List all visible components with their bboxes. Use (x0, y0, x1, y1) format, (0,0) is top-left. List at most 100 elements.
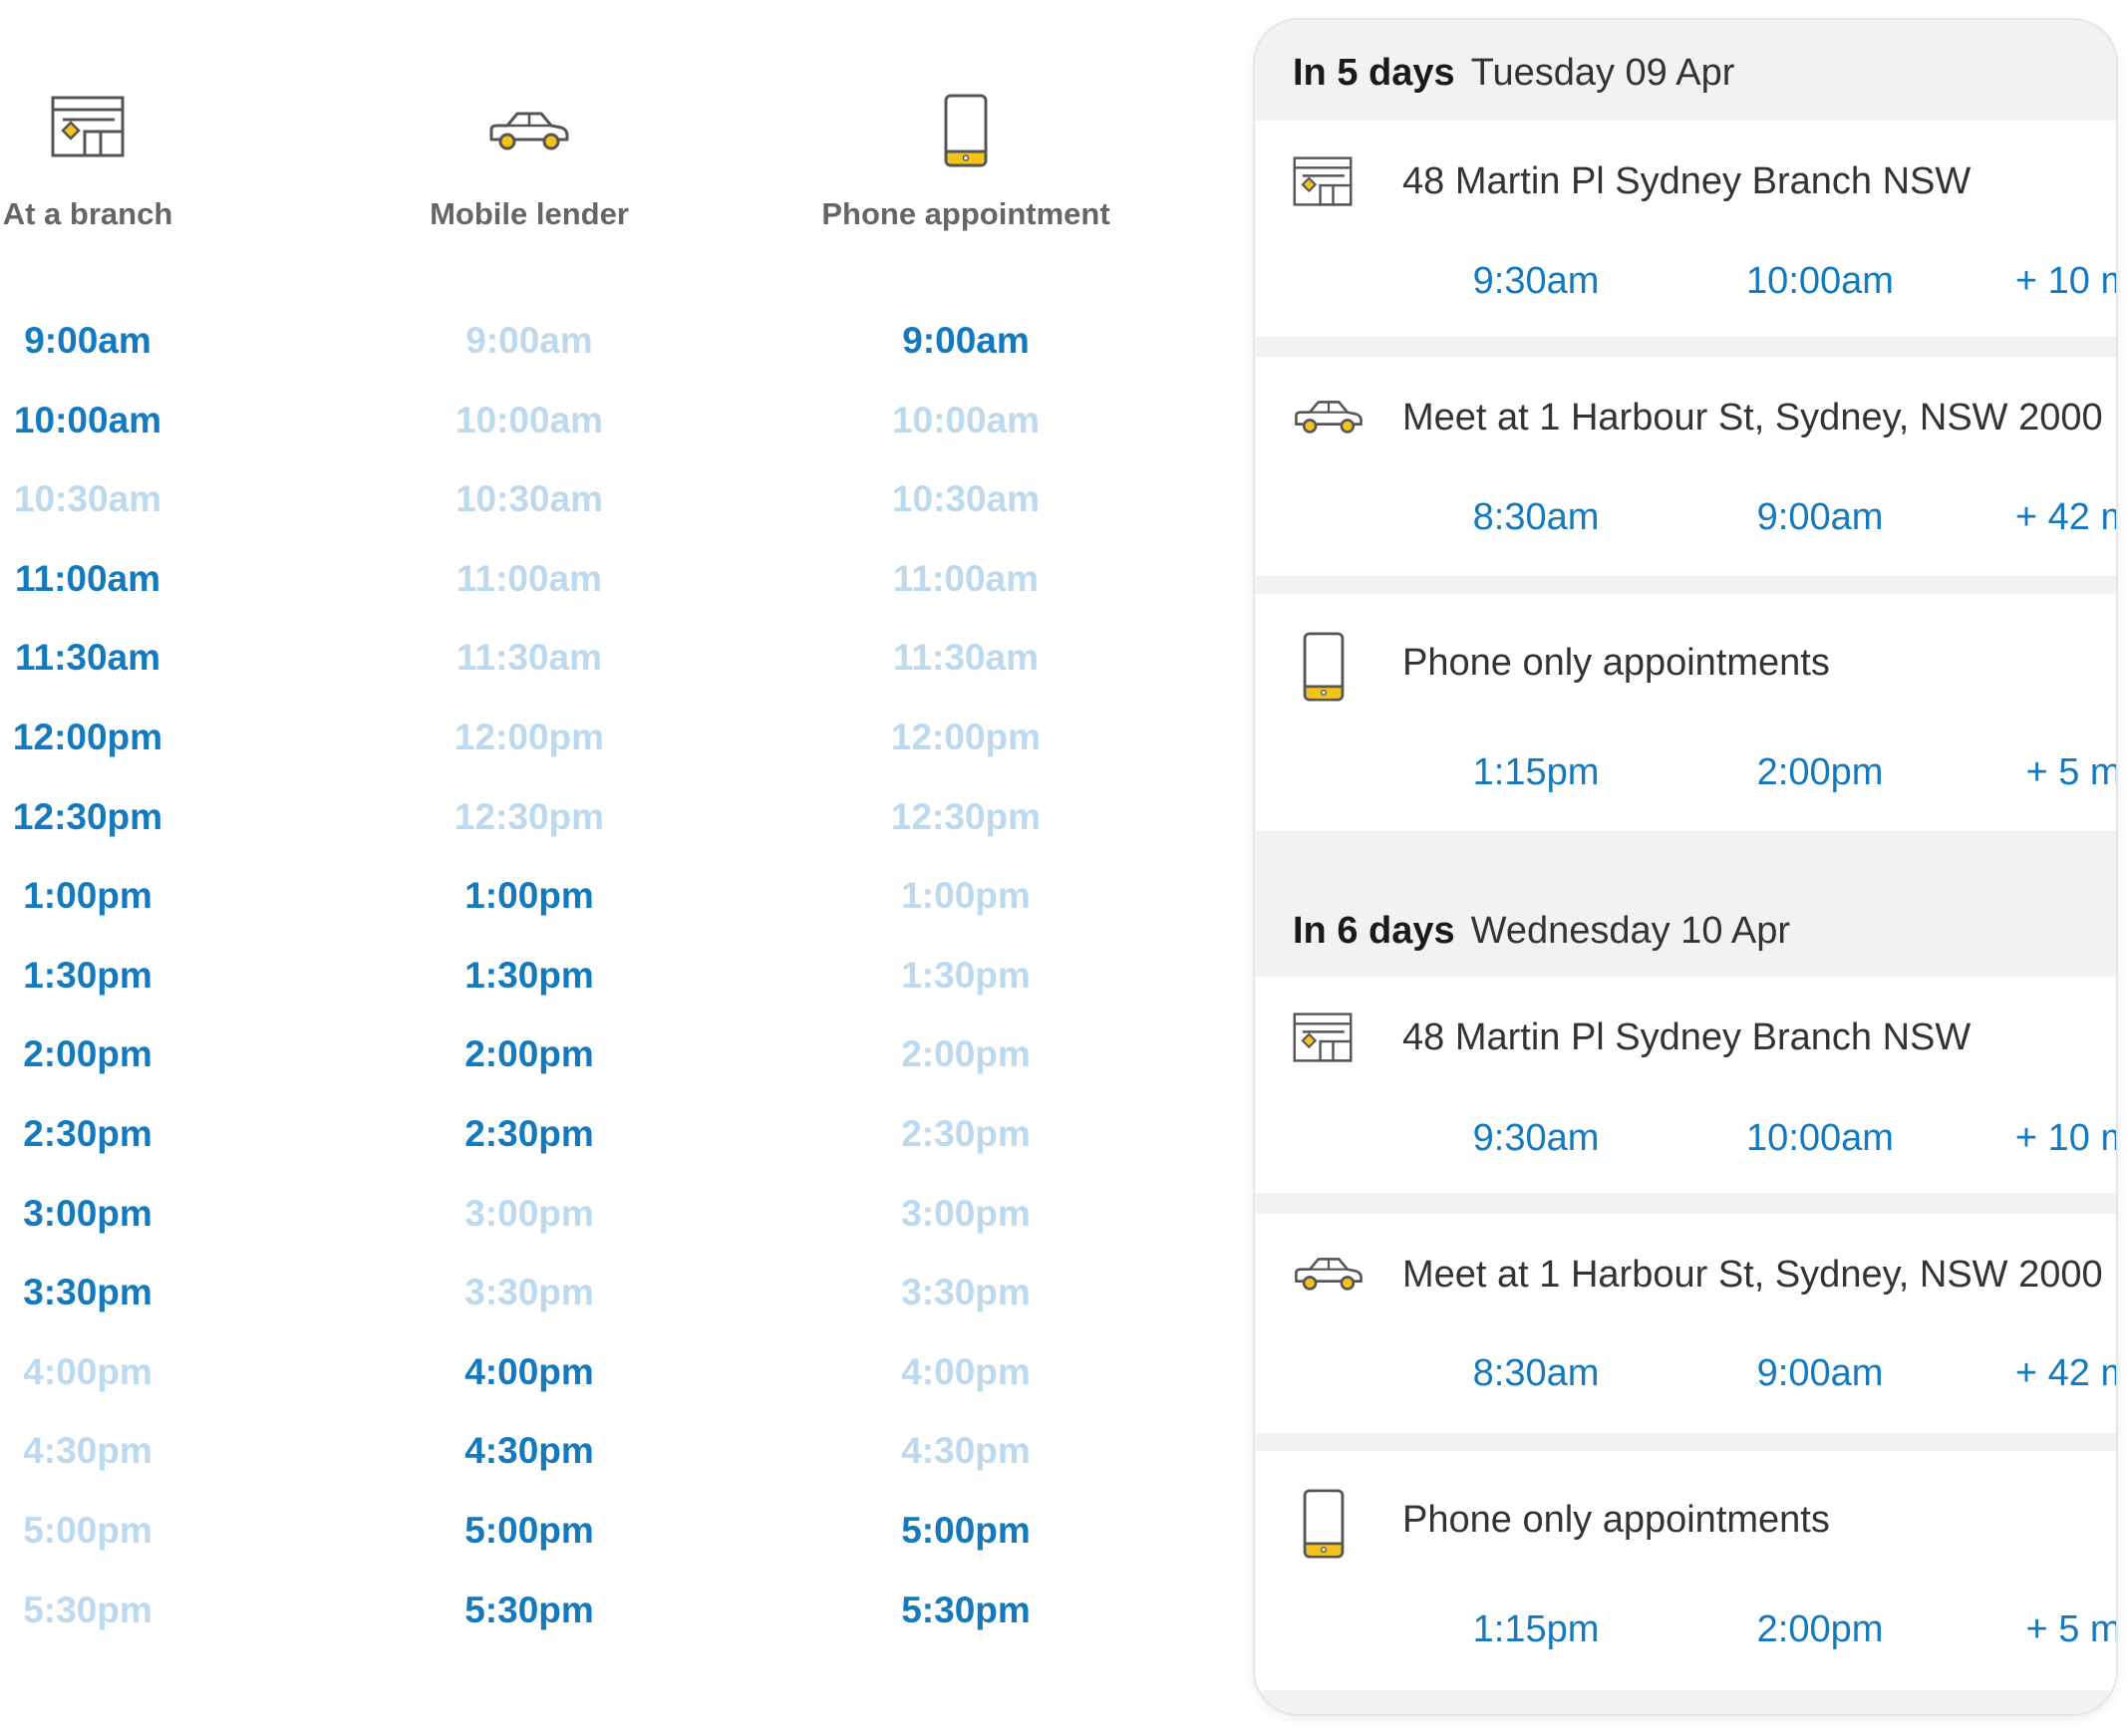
time-slot: 11:00am (892, 558, 1040, 599)
column-header: Phone appointment (747, 0, 1185, 249)
time-slot[interactable]: 10:00am (0, 396, 307, 445)
time-slot-button[interactable]: 1:15pm (1416, 751, 1656, 794)
column-header: At a branch (0, 0, 307, 249)
phone-icon (944, 94, 988, 167)
more-times-link[interactable]: + 42 more (1981, 496, 2116, 539)
time-slot[interactable]: 12:30pm (0, 792, 307, 842)
option-label: Meet at 1 Harbour St, Sydney, NSW 2000 (1402, 397, 2103, 438)
time-slot: 12:00pm (454, 717, 605, 757)
time-slot[interactable]: 2:30pm (310, 1109, 749, 1159)
day-heading: In 5 days Tuesday 09 Apr (1293, 52, 1734, 95)
time-slot[interactable]: 12:00pm (0, 713, 307, 762)
time-slot[interactable]: 1:00pm (310, 871, 749, 921)
column-title: At a branch (2, 196, 173, 231)
time-slot: 12:30pm (454, 796, 605, 837)
time-slot: 1:30pm (901, 955, 1031, 996)
time-slot: 12:30pm (890, 796, 1042, 837)
upcoming-appointments-panel: In 5 days Tuesday 09 Apr 48 Martin Pl Syd… (1255, 20, 2116, 1714)
branch-icon (1293, 1013, 1353, 1062)
time-slot-button[interactable]: 9:30am (1416, 1117, 1656, 1160)
time-slot[interactable]: 5:30pm (310, 1586, 749, 1635)
time-slot: 10:00am (455, 400, 604, 440)
time-slot[interactable]: 4:30pm (310, 1426, 749, 1476)
phone-icon (1303, 632, 1345, 702)
time-slot: 10:30am (13, 478, 162, 519)
time-slot: 10:30am (891, 478, 1041, 519)
option-card-mobile-lender[interactable]: Meet at 1 Harbour St, Sydney, NSW 2000 8… (1255, 357, 2116, 576)
time-slot: 4:00pm (23, 1351, 152, 1392)
time-slot-button[interactable]: 9:00am (1700, 1352, 1940, 1395)
option-card-phone[interactable]: Phone only appointments 1:15pm 2:00pm + … (1255, 1451, 2116, 1690)
time-slot: 4:30pm (23, 1430, 152, 1471)
day-date: Tuesday 09 Apr (1470, 52, 1735, 94)
car-icon (489, 112, 569, 150)
time-slot: 5:00pm (23, 1510, 152, 1551)
day-relative: In 6 days (1293, 910, 1455, 952)
option-label: Meet at 1 Harbour St, Sydney, NSW 2000 (1402, 1254, 2103, 1296)
time-slot-button[interactable]: 9:30am (1416, 260, 1656, 303)
time-slot-button[interactable]: 8:30am (1416, 1352, 1656, 1395)
time-slot[interactable]: 5:30pm (747, 1586, 1185, 1635)
branch-icon (51, 96, 125, 157)
time-slot-button[interactable]: 10:00am (1700, 260, 1940, 303)
time-slot[interactable]: 11:00am (0, 554, 307, 604)
option-card-phone[interactable]: Phone only appointments 1:15pm 2:00pm + … (1255, 594, 2116, 831)
time-slot: 5:30pm (23, 1590, 152, 1630)
more-times-link[interactable]: + 10 more (1981, 1117, 2116, 1160)
time-slot: 10:00am (891, 400, 1041, 440)
option-label: 48 Martin Pl Sydney Branch NSW (1402, 1016, 1972, 1058)
time-slot: 11:00am (456, 558, 603, 599)
option-card-mobile-lender[interactable]: Meet at 1 Harbour St, Sydney, NSW 2000 8… (1255, 1214, 2116, 1433)
branch-icon (1293, 156, 1353, 206)
time-slot: 9:00am (465, 320, 593, 361)
time-slot-button[interactable]: 1:15pm (1416, 1608, 1656, 1651)
time-slot[interactable]: 1:30pm (310, 951, 749, 1001)
time-slot[interactable]: 1:00pm (0, 871, 307, 921)
time-slot[interactable]: 9:00am (0, 316, 307, 366)
time-slot: 11:30am (892, 637, 1040, 678)
time-slot: 4:00pm (901, 1351, 1031, 1392)
more-times-link[interactable]: + 10 more (1981, 260, 2116, 303)
column-title: Mobile lender (430, 196, 629, 231)
more-times-link[interactable]: + 5 more (1981, 751, 2116, 794)
more-times-link[interactable]: + 42 more (1981, 1352, 2116, 1395)
time-slot[interactable]: 2:00pm (0, 1029, 307, 1079)
time-slot-button[interactable]: 8:30am (1416, 496, 1656, 539)
time-slot[interactable]: 2:30pm (0, 1109, 307, 1159)
time-slot[interactable]: 2:00pm (310, 1029, 749, 1079)
time-slot: 2:30pm (901, 1113, 1031, 1154)
time-slot-button[interactable]: 2:00pm (1700, 1608, 1940, 1651)
time-slot: 3:00pm (901, 1193, 1031, 1234)
time-slot[interactable]: 3:30pm (0, 1268, 307, 1317)
option-label: Phone only appointments (1402, 1499, 1830, 1541)
time-slot: 3:00pm (464, 1193, 594, 1234)
option-card-branch[interactable]: 48 Martin Pl Sydney Branch NSW 9:30am 10… (1255, 977, 2116, 1193)
day-date: Wednesday 10 Apr (1470, 910, 1791, 952)
time-slot: 12:00pm (890, 717, 1042, 757)
column-header: Mobile lender (310, 0, 749, 249)
time-slot: 3:30pm (464, 1272, 594, 1312)
time-slot[interactable]: 4:00pm (310, 1347, 749, 1397)
option-label: 48 Martin Pl Sydney Branch NSW (1402, 160, 1972, 202)
more-times-link[interactable]: + 5 more (1981, 1608, 2116, 1651)
option-label: Phone only appointments (1402, 642, 1830, 684)
column-title: Phone appointment (821, 196, 1110, 231)
time-slot[interactable]: 5:00pm (310, 1506, 749, 1556)
option-card-branch[interactable]: 48 Martin Pl Sydney Branch NSW 9:30am 10… (1255, 121, 2116, 337)
phone-icon (1303, 1489, 1345, 1559)
time-slot-button[interactable]: 2:00pm (1700, 751, 1940, 794)
time-slot[interactable]: 3:00pm (0, 1189, 307, 1239)
day-heading: In 6 days Wednesday 10 Apr (1293, 910, 1790, 953)
time-slot: 1:00pm (901, 875, 1031, 916)
time-slot: 3:30pm (901, 1272, 1031, 1312)
car-icon (1295, 401, 1363, 434)
time-slot[interactable]: 11:30am (0, 633, 307, 683)
time-slot-button[interactable]: 9:00am (1700, 496, 1940, 539)
time-slot[interactable]: 1:30pm (0, 951, 307, 1001)
time-slot[interactable]: 9:00am (747, 316, 1185, 366)
car-icon (1295, 1258, 1363, 1291)
time-slot-button[interactable]: 10:00am (1700, 1117, 1940, 1160)
time-slot: 11:30am (456, 637, 603, 678)
time-slot: 2:00pm (901, 1033, 1031, 1074)
time-slot[interactable]: 5:00pm (747, 1506, 1185, 1556)
